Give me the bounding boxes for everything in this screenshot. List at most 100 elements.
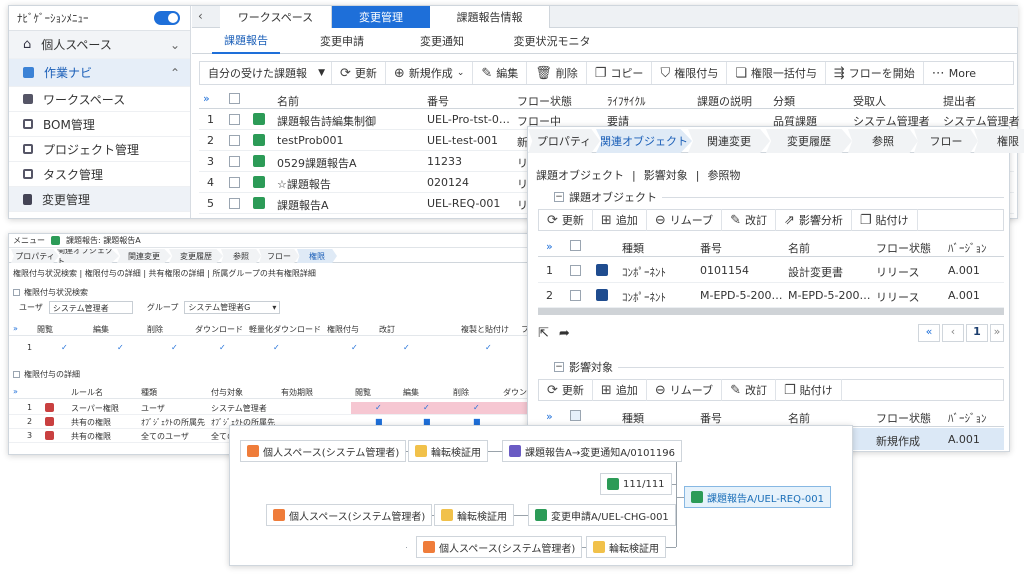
row-checkbox[interactable] [229,114,240,125]
remove-button[interactable]: ⊖ リムーブ [647,209,723,231]
impact-analysis-button[interactable]: ⇗ 影響分析 [776,209,852,231]
graph-node[interactable]: 個人スペース(システム管理者) [240,440,407,462]
perm-tab[interactable]: 参照 [221,249,261,263]
col-version[interactable]: ﾊﾞｰｼﾞｮﾝ [948,410,987,426]
nav-item-change[interactable]: 変更管理 [9,187,190,212]
col-number[interactable]: 番号 [427,93,449,109]
first-page-button[interactable]: « [918,324,940,342]
col-version[interactable]: ﾊﾞｰｼﾞｮﾝ [948,240,987,256]
nav-item-bom[interactable]: BOM管理 [9,112,190,137]
expand-all-icon[interactable]: » [203,92,210,105]
rp-tab[interactable]: プロパティ [528,129,600,153]
rp-hscrollbar[interactable] [538,308,1004,315]
more-button[interactable]: ⋯ More [924,62,984,84]
delete-button[interactable]: 🗑︎ 削除 [527,62,587,84]
user-input[interactable]: システム管理者 [48,301,133,314]
rp-tab[interactable]: フロー [914,129,978,153]
rp-tab[interactable]: 関連変更 [688,129,770,153]
row-checkbox[interactable] [229,177,240,188]
graph-node[interactable]: 課題報告A→変更通知A/0101196 [502,440,682,462]
share-icon[interactable]: ➦ [559,326,570,341]
add-button[interactable]: ⊞ 追加 [593,379,647,401]
nav-item-personal-space[interactable]: ⌂ 個人スペース ⌄ [9,31,190,59]
graph-node[interactable]: 輪転検証用 [586,536,666,558]
perm-tab[interactable]: 権限 [297,249,337,263]
col-category[interactable]: 分類 [773,93,795,109]
add-button[interactable]: ⊞ 追加 [593,209,647,231]
next-page-button[interactable]: » [990,324,1004,342]
nav-item-workspace[interactable]: ワークスペース [9,87,190,112]
link-reference[interactable]: 参照物 [707,167,740,183]
graph-node[interactable]: 輪転検証用 [434,504,514,526]
graph-node[interactable]: 個人スペース(システム管理者) [266,504,433,526]
filter-select[interactable]: 自分の受けた課題報 ▼ [200,62,332,84]
col-lifecycle[interactable]: ﾗｲﾌｻｲｸﾙ [607,93,646,109]
collapse-icon[interactable]: − [554,362,564,372]
graph-node[interactable]: 個人スペース(システム管理者) [416,536,583,558]
row-checkbox[interactable] [229,198,240,209]
graph-node[interactable]: 輪転検証用 [408,440,488,462]
subtab-issue-report[interactable]: 課題報告 [212,28,280,54]
perm-tab[interactable]: 変更履歴 [169,249,223,263]
rp-tab[interactable]: 関連オブジェクト [596,129,692,153]
col-number[interactable]: 番号 [700,240,722,256]
copy-button[interactable]: ❐ コピー [587,62,653,84]
perm-tab[interactable]: フロー [259,249,299,263]
page-number[interactable]: 1 [966,324,988,342]
col-flow-state[interactable]: フロー状態 [876,240,931,256]
tab-workspace[interactable]: ワークスペース [220,6,332,28]
row-checkbox[interactable] [229,135,240,146]
col-name[interactable]: 名前 [277,93,299,109]
perm-tab[interactable]: プロパティ [11,249,59,263]
menu-label[interactable]: メニュー [13,235,45,246]
back-icon[interactable]: ‹ [198,9,203,23]
group-select[interactable]: システム管理者G ▾ [184,301,281,314]
col-kind[interactable]: 種類 [622,240,644,256]
link-impact-target[interactable]: 影響対象 [644,167,688,183]
grant-button[interactable]: ⛉ 権限付与 [652,62,728,84]
select-all-checkbox[interactable] [570,410,581,421]
table-row[interactable]: 2 ｺﾝﾎﾟｰﾈﾝﾄ M-EPD-5-200… M-EPD-5-200… リリース A.0… [538,283,1004,308]
col-submitter[interactable]: 提出者 [943,93,976,109]
rp-tab[interactable]: 参照 [848,129,918,153]
col-flow-state[interactable]: フロー状態 [876,410,931,426]
col-kind[interactable]: 種類 [622,410,644,426]
col-number[interactable]: 番号 [700,410,722,426]
row-checkbox[interactable] [229,156,240,167]
perm-links[interactable]: 権限付与状況検索 | 権限付与の詳細 | 共有権限の詳細 | 所属グループの共有… [13,268,316,279]
new-button[interactable]: ⊕ 新規作成 ⌄ [386,62,474,84]
collapse-icon[interactable]: − [554,192,564,202]
graph-node[interactable]: 111/111 [600,473,672,495]
tab-issue-report-info[interactable]: 課題報告情報 [430,6,550,28]
grant-all-button[interactable]: ❏ 権限一括付与 [727,62,826,84]
perm-tab[interactable]: 関連変更 [117,249,171,263]
subtab-change-request[interactable]: 変更申請 [307,28,377,54]
nav-item-work-navi[interactable]: 作業ナビ ⌃ [9,59,190,87]
col-name[interactable]: 名前 [788,240,810,256]
subtab-change-monitor[interactable]: 変更状況モニタ [502,28,602,54]
edit-button[interactable]: ✎ 編集 [473,62,528,84]
row-checkbox[interactable] [570,290,581,301]
collapse-icon[interactable] [13,289,20,296]
export-icon[interactable]: ⇱ [538,326,549,341]
col-flow-state[interactable]: フロー状態 [517,93,572,109]
revise-button[interactable]: ✎ 改訂 [722,379,776,401]
row-checkbox[interactable] [570,265,581,276]
paste-button[interactable]: ❐ 貼付け [852,209,918,231]
expand-all-icon[interactable]: » [13,387,18,396]
perm-tab[interactable]: 関連オブジェクト [57,249,119,263]
refresh-button[interactable]: ⟳ 更新 [332,62,386,84]
graph-node[interactable]: 変更申請A/UEL-CHG-001 [528,504,676,526]
link-issue-object[interactable]: 課題オブジェクト [536,167,624,183]
nav-item-project[interactable]: プロジェクト管理 [9,137,190,162]
rp-tab[interactable]: 権限 [974,129,1024,153]
remove-button[interactable]: ⊖ リムーブ [647,379,723,401]
table-row[interactable]: 1 ｺﾝﾎﾟｰﾈﾝﾄ 0101154 設計変更書 リリース A.001 [538,258,1004,283]
col-description[interactable]: 課題の説明 [697,93,752,109]
graph-node-center[interactable]: 課題報告A/UEL-REQ-001 [684,486,831,508]
revise-button[interactable]: ✎ 改訂 [722,209,776,231]
expand-all-icon[interactable]: » [546,240,553,253]
start-flow-button[interactable]: ⇶ フローを開始 [826,62,924,84]
paste-button[interactable]: ❐ 貼付け [776,379,842,401]
tab-change-management[interactable]: 変更管理 [332,6,430,28]
